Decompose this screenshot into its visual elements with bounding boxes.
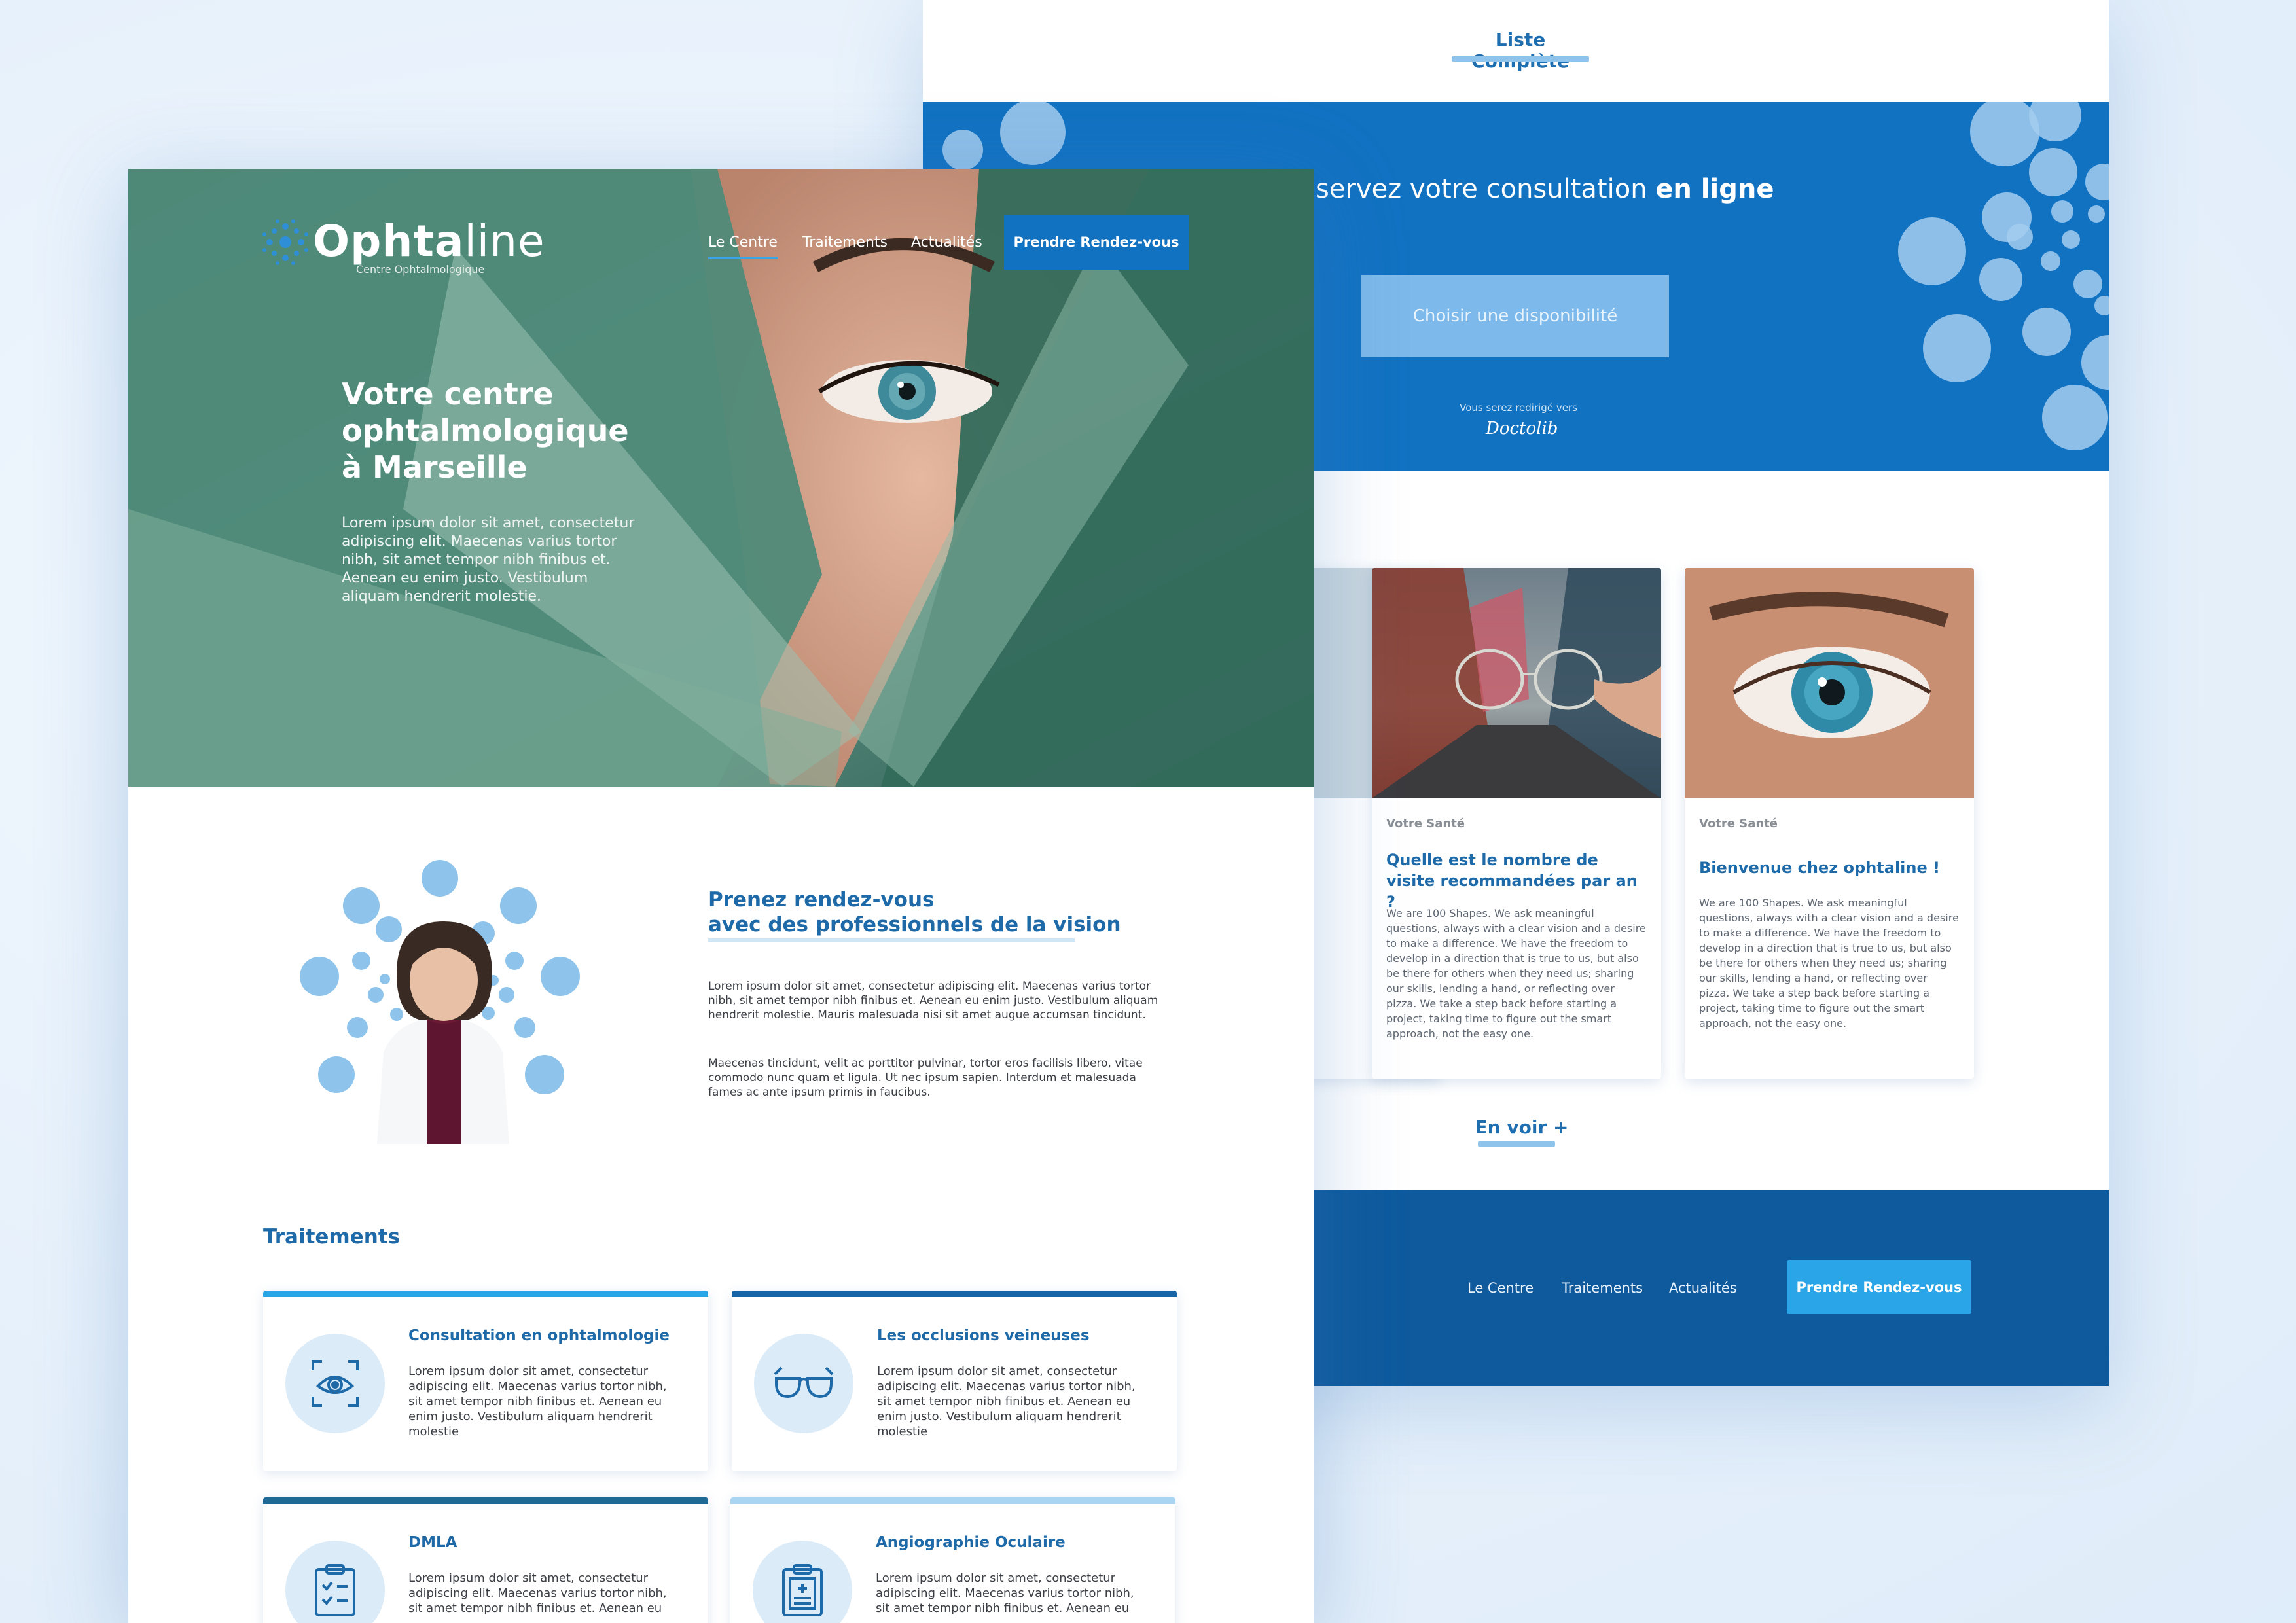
decor-bubble [2007, 224, 2033, 250]
nav-item-actualites[interactable]: Actualités [911, 234, 982, 251]
treatment-description: Lorem ipsum dolor sit amet, consectetur … [408, 1364, 667, 1438]
decor-bubble [1923, 314, 1991, 382]
article-image-glasses [1372, 568, 1661, 798]
decor-bubble [2062, 230, 2080, 249]
treatment-card[interactable]: Consultation en ophtalmologie Lorem ipsu… [263, 1291, 708, 1471]
article-excerpt: We are 100 Shapes. We ask meaningful que… [1386, 907, 1646, 1040]
treatment-title[interactable]: Angiographie Oculaire [876, 1534, 1164, 1551]
decor-bubble [2029, 148, 2077, 196]
clipboard-check-icon [285, 1541, 385, 1623]
see-more-link[interactable]: En voir + [1446, 1116, 1597, 1138]
link-underline [1452, 56, 1589, 62]
treatments-section-title: Traitements [263, 1225, 401, 1249]
choose-availability-button[interactable]: Choisir une disponibilité [1361, 275, 1669, 357]
article-category: Votre Santé [1699, 817, 1778, 830]
card-accent-bar [263, 1291, 708, 1297]
nav-item-le-centre[interactable]: Le Centre [708, 234, 778, 259]
logo-tagline: Centre Ophtalmologique [356, 263, 485, 276]
treatment-card[interactable]: DMLA Lorem ipsum dolor sit amet, consect… [263, 1497, 708, 1623]
decor-bubble [1979, 258, 2022, 301]
footer-appointment-button[interactable]: Prendre Rendez-vous [1787, 1260, 1971, 1314]
link-underline [1478, 1141, 1555, 1147]
treatment-title[interactable]: DMLA [408, 1534, 696, 1551]
decor-bubble [2073, 270, 2102, 298]
clipboard-medical-icon [753, 1541, 852, 1623]
decor-bubble [1898, 217, 1966, 285]
logo-word-light: line [464, 216, 545, 266]
footer-link-traitements[interactable]: Traitements [1562, 1280, 1643, 1296]
footer-link-le-centre[interactable]: Le Centre [1467, 1280, 1534, 1296]
article-category: Votre Santé [1386, 817, 1465, 830]
front-page-mockup: Ophtaline Centre Ophtalmologique Le Cent… [128, 169, 1314, 1623]
decor-bubble [2088, 205, 2105, 223]
treatment-description: Lorem ipsum dolor sit amet, consectetur … [408, 1571, 667, 1615]
card-accent-bar [263, 1497, 708, 1504]
logo-dots-icon [262, 219, 308, 265]
doctor-portrait-group [298, 856, 600, 1144]
article-title[interactable]: Bienvenue chez ophtaline ! [1699, 857, 1961, 878]
treatment-title[interactable]: Consultation en ophtalmologie [408, 1327, 696, 1344]
footer-link-actualites[interactable]: Actualités [1669, 1280, 1737, 1296]
decor-bubble [942, 130, 983, 170]
card-accent-bar [732, 1291, 1177, 1297]
decor-bubble [2081, 335, 2109, 390]
article-title[interactable]: Quelle est le nombre de visite recommand… [1386, 849, 1648, 912]
booking-title: servez votre consultation en ligne [1316, 174, 1774, 204]
treatment-title[interactable]: Les occlusions veineuses [877, 1327, 1165, 1344]
glasses-icon [754, 1334, 853, 1433]
hero-title-line: à Marseille [342, 450, 528, 485]
decor-bubble [2051, 200, 2073, 223]
booking-title-emphasis: en ligne [1655, 174, 1774, 204]
treatment-card[interactable]: Les occlusions veineuses Lorem ipsum dol… [732, 1291, 1177, 1471]
card-accent-bar [730, 1497, 1175, 1504]
intro-paragraph: Maecenas tincidunt, velit ac porttitor p… [708, 1057, 1143, 1099]
header-appointment-button[interactable]: Prendre Rendez-vous [1004, 215, 1189, 270]
full-list-link[interactable]: Liste Complète [1452, 29, 1589, 72]
article-excerpt: We are 100 Shapes. We ask meaningful que… [1699, 897, 1959, 1029]
hero-title: Votre centre ophtalmologique à Marseille [342, 376, 682, 486]
decor-bubble [2085, 164, 2109, 200]
back-top-section: Liste Complète [923, 0, 2109, 102]
doctolib-logo[interactable]: Doctolib [1486, 419, 1558, 438]
intro-title-line: Prenez rendez-vous [708, 888, 935, 912]
logo-word-bold: Ophta [313, 216, 465, 266]
article-card[interactable]: Votre Santé Quelle est le nombre de visi… [1372, 568, 1661, 1079]
intro-title-underline [708, 938, 1075, 942]
hero-section: Ophtaline Centre Ophtalmologique Le Cent… [128, 169, 1314, 787]
logo-wordmark: Ophtaline [313, 216, 545, 266]
decor-bubble [2022, 308, 2071, 356]
eye-scan-icon [285, 1334, 385, 1433]
treatment-description: Lorem ipsum dolor sit amet, consectetur … [876, 1571, 1134, 1615]
treatment-description: Lorem ipsum dolor sit amet, consectetur … [877, 1364, 1136, 1438]
article-card[interactable]: Votre Santé Bienvenue chez ophtaline ! W… [1685, 568, 1974, 1079]
article-image-eye [1685, 568, 1974, 798]
hero-description: Lorem ipsum dolor sit amet, consectetur … [342, 515, 635, 605]
intro-paragraph: Lorem ipsum dolor sit amet, consectetur … [708, 980, 1158, 1022]
nav-item-traitements[interactable]: Traitements [802, 234, 888, 251]
decor-bubble [2094, 296, 2109, 315]
decor-bubble [2042, 385, 2108, 450]
intro-title-line: avec des professionnels de la vision [708, 913, 1121, 936]
intro-title: Prenez rendez-vous avec des professionne… [708, 887, 1166, 937]
redirect-note: Vous serez redirigé vers [1460, 402, 1577, 414]
decor-bubble [2041, 251, 2060, 271]
doctor-portrait-image [300, 860, 580, 1144]
decor-bubble [1000, 102, 1066, 165]
hero-title-line: ophtalmologique [342, 413, 629, 448]
booking-title-text: servez votre consultation [1316, 174, 1647, 204]
hero-title-line: Votre centre [342, 376, 554, 412]
treatment-card[interactable]: Angiographie Oculaire Lorem ipsum dolor … [730, 1497, 1175, 1623]
